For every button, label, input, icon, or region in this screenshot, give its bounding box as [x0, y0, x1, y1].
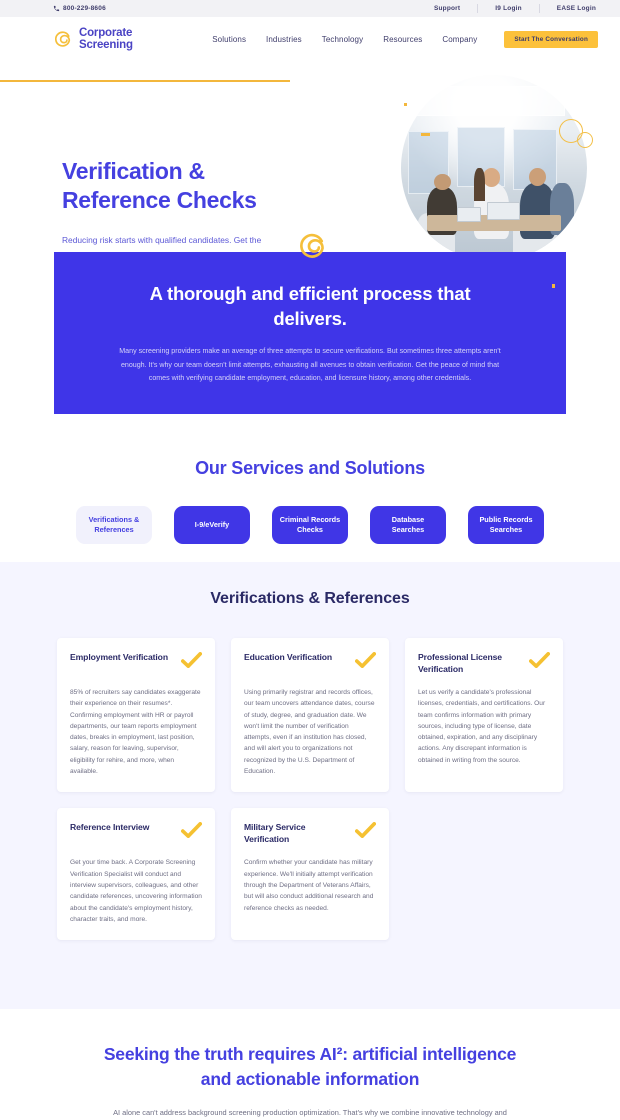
card-title: Reference Interview: [70, 822, 150, 833]
services-section: Our Services and Solutions Verifications…: [0, 414, 620, 562]
process-panel-title: A thorough and efficient process that de…: [149, 283, 471, 329]
card-header: Professional License Verification: [418, 651, 551, 676]
services-heading: Our Services and Solutions: [195, 458, 425, 478]
logo-text-line1: Corporate: [79, 27, 133, 39]
service-pill-criminal-records-checks[interactable]: Criminal Records Checks: [272, 506, 348, 544]
nav-item-resources[interactable]: Resources: [373, 35, 432, 44]
card-header: Employment Verification: [70, 651, 203, 676]
verifications-section: Verifications & References Employment Ve…: [0, 562, 620, 1009]
utility-link-support[interactable]: Support: [417, 4, 479, 13]
nav-item-solutions[interactable]: Solutions: [202, 35, 256, 44]
check-mark-icon: [354, 822, 377, 839]
card-body: Using primarily registrar and records of…: [244, 689, 375, 776]
card-title: Education Verification: [244, 652, 333, 662]
nav-item-industries[interactable]: Industries: [256, 35, 312, 44]
card-reference-interview[interactable]: Reference Interview Get your time back. …: [57, 808, 215, 941]
card-title: Military Service Verification: [244, 822, 306, 845]
card-title: Professional License Verification: [418, 652, 502, 674]
card-header: Military Service Verification: [244, 821, 377, 846]
panel-spiral-logo-icon: [297, 230, 330, 263]
check-mark-icon: [528, 652, 551, 668]
card-military-service-verification[interactable]: Military Service Verification Confirm wh…: [231, 808, 389, 941]
service-pill-verifications-references[interactable]: Verifications & References: [76, 506, 152, 544]
phone-icon: [53, 5, 60, 12]
phone-link[interactable]: 800-229-8606: [53, 5, 106, 12]
card-body: 85% of recruiters say candidates exagger…: [70, 689, 201, 776]
card-body: Get your time back. A Corporate Screenin…: [70, 859, 202, 923]
hero-photo: [401, 75, 587, 261]
page-title: Verification & Reference Checks: [62, 157, 312, 215]
start-conversation-button[interactable]: Start The Conversation: [504, 31, 598, 48]
panel-accent-dot: [551, 284, 555, 288]
card-header: Reference Interview: [70, 821, 203, 846]
services-pill-group: Verifications & References I-9/eVerify C…: [0, 506, 620, 544]
check-mark-icon: [354, 652, 377, 668]
logo-wordmark: Corporate Screening: [79, 27, 133, 51]
ai-section: Seeking the truth requires AI²: artifici…: [0, 1009, 620, 1120]
ai-section-body: AI alone can't address background screen…: [113, 1108, 507, 1117]
utility-links: Support I9 Login EASE Login: [417, 4, 596, 13]
card-education-verification[interactable]: Education Verification Using primarily r…: [231, 638, 389, 793]
utility-link-i9-login[interactable]: I9 Login: [478, 4, 540, 13]
nav-item-company[interactable]: Company: [432, 35, 487, 44]
decorative-dot-1: [404, 103, 407, 106]
card-body: Confirm whether your candidate has milit…: [244, 859, 374, 912]
check-mark-icon: [180, 652, 203, 668]
main-header: Corporate Screening Solutions Industries…: [0, 17, 620, 62]
corporate-screening-spiral-logo-icon: [53, 29, 74, 50]
nav-item-technology[interactable]: Technology: [312, 35, 373, 44]
primary-navigation: Solutions Industries Technology Resource…: [202, 35, 487, 44]
verifications-card-grid: Employment Verification 85% of recruiter…: [57, 638, 563, 941]
card-body: Let us verify a candidate's professional…: [418, 689, 546, 764]
logo-text-line2: Screening: [79, 38, 133, 51]
utility-bar: 800-229-8606 Support I9 Login EASE Login: [0, 0, 620, 17]
utility-link-ease-login[interactable]: EASE Login: [540, 4, 596, 13]
hero-title-line1: Verification &: [62, 158, 205, 184]
service-pill-i9-everify[interactable]: I-9/eVerify: [174, 506, 250, 544]
ai-section-heading: Seeking the truth requires AI²: artifici…: [103, 1044, 517, 1089]
card-title: Employment Verification: [70, 652, 168, 662]
hero-title-line2: Reference Checks: [62, 187, 257, 213]
decorative-ring-small: [577, 132, 593, 148]
site-logo[interactable]: Corporate Screening: [53, 27, 133, 51]
decorative-dot-2: [421, 133, 430, 136]
verifications-heading: Verifications & References: [210, 590, 410, 607]
check-mark-icon: [180, 822, 203, 839]
service-pill-public-records-searches[interactable]: Public Records Searches: [468, 506, 544, 544]
process-panel-body: Many screening providers make an average…: [119, 347, 501, 382]
page-root: 800-229-8606 Support I9 Login EASE Login…: [0, 0, 620, 1120]
service-pill-database-searches[interactable]: Database Searches: [370, 506, 446, 544]
process-panel: A thorough and efficient process that de…: [54, 233, 566, 414]
phone-number: 800-229-8606: [63, 5, 106, 12]
card-header: Education Verification: [244, 651, 377, 676]
card-employment-verification[interactable]: Employment Verification 85% of recruiter…: [57, 638, 215, 793]
card-professional-license-verification[interactable]: Professional License Verification Let us…: [405, 638, 563, 793]
hero-accent-rule: [0, 80, 290, 82]
